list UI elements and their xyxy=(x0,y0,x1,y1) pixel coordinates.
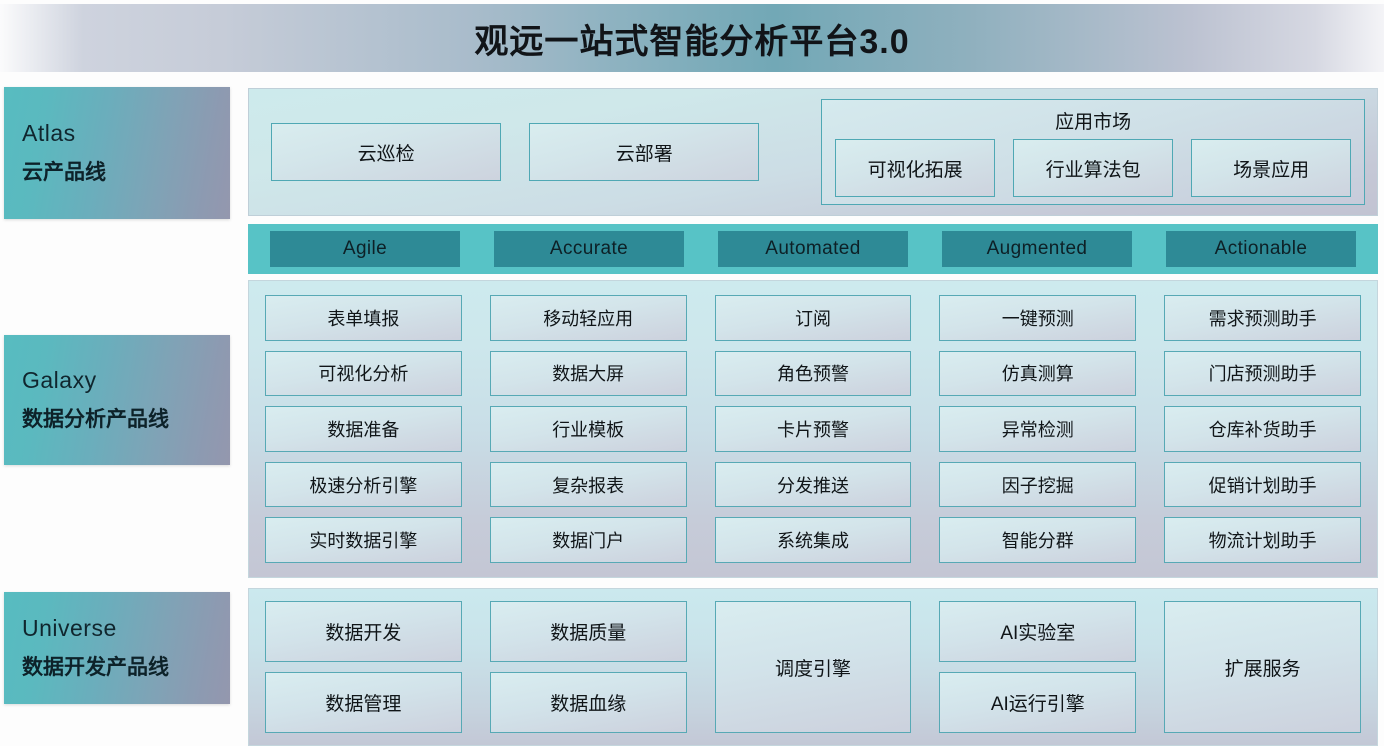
universe-column-3: 调度引擎 xyxy=(714,601,912,733)
capability-chip-actionable[interactable]: Actionable xyxy=(1166,231,1356,267)
cell-data-management[interactable]: 数据管理 xyxy=(265,672,462,733)
rail-item-universe-cn: 数据开发产品线 xyxy=(22,655,169,679)
galaxy-cell[interactable]: 移动轻应用 xyxy=(489,295,687,341)
capability-chip-augmented[interactable]: Augmented xyxy=(942,231,1132,267)
product-line-rail: Atlas 云产品线 Galaxy 数据分析产品线 Universe 数据开发产… xyxy=(0,72,248,746)
cell-visual-extension[interactable]: 可视化拓展 xyxy=(835,139,996,197)
galaxy-cell[interactable]: 分发推送 xyxy=(714,461,912,508)
galaxy-cell[interactable]: 数据准备 xyxy=(265,406,462,452)
galaxy-cell[interactable]: 卡片预警 xyxy=(714,406,912,452)
galaxy-cell[interactable]: 物流计划助手 xyxy=(1164,517,1361,563)
capability-chip-accurate[interactable]: Accurate xyxy=(494,231,684,267)
cell-data-quality[interactable]: 数据质量 xyxy=(489,601,687,662)
cell-extension-service[interactable]: 扩展服务 xyxy=(1164,601,1361,733)
page-title: 观远一站式智能分析平台3.0 xyxy=(474,22,910,61)
galaxy-cell[interactable]: 促销计划助手 xyxy=(1164,461,1361,508)
cell-industry-algorithm-pack[interactable]: 行业算法包 xyxy=(1013,139,1174,197)
galaxy-cell[interactable]: 订阅 xyxy=(714,295,912,341)
rail-item-atlas[interactable]: Atlas 云产品线 xyxy=(4,87,230,219)
atlas-panel: 云巡检 云部署 应用市场 可视化拓展 行业算法包 场景应用 xyxy=(248,88,1378,216)
galaxy-cell[interactable]: 智能分群 xyxy=(939,517,1137,563)
cell-scheduling-engine[interactable]: 调度引擎 xyxy=(714,601,912,733)
galaxy-cell[interactable]: 数据门户 xyxy=(489,517,687,563)
galaxy-cell[interactable]: 因子挖掘 xyxy=(939,461,1137,508)
galaxy-cell[interactable]: 系统集成 xyxy=(714,517,912,563)
capability-chip-automated[interactable]: Automated xyxy=(718,231,908,267)
title-bar: 观远一站式智能分析平台3.0 xyxy=(0,4,1384,72)
cell-cloud-deploy[interactable]: 云部署 xyxy=(529,123,760,181)
app-market-title: 应用市场 xyxy=(1055,112,1132,133)
cell-ai-lab[interactable]: AI实验室 xyxy=(939,601,1137,662)
galaxy-cell[interactable]: 异常检测 xyxy=(939,406,1137,452)
galaxy-cell[interactable]: 仿真测算 xyxy=(939,350,1137,397)
galaxy-cell[interactable]: 需求预测助手 xyxy=(1164,295,1361,341)
cell-cloud-inspect[interactable]: 云巡检 xyxy=(271,123,502,181)
cell-scenario-app[interactable]: 场景应用 xyxy=(1191,139,1352,197)
app-market-cells: 可视化拓展 行业算法包 场景应用 xyxy=(835,139,1352,197)
rail-item-galaxy[interactable]: Galaxy 数据分析产品线 xyxy=(4,335,230,465)
atlas-row: 云巡检 云部署 应用市场 可视化拓展 行业算法包 场景应用 xyxy=(249,89,1377,215)
cell-data-lineage[interactable]: 数据血缘 xyxy=(489,672,687,733)
cell-ai-runtime-engine[interactable]: AI运行引擎 xyxy=(939,672,1137,733)
galaxy-cell[interactable]: 复杂报表 xyxy=(489,461,687,508)
universe-row: 数据开发 数据管理 数据质量 数据血缘 调度引擎 AI实验室 AI运行引擎 扩展… xyxy=(249,589,1377,745)
rail-item-galaxy-cn: 数据分析产品线 xyxy=(22,407,169,431)
capability-bar: Agile Accurate Automated Augmented Actio… xyxy=(248,224,1378,274)
galaxy-cell[interactable]: 一键预测 xyxy=(939,295,1137,341)
capability-chip-agile[interactable]: Agile xyxy=(270,231,460,267)
universe-column-1: 数据开发 数据管理 xyxy=(265,601,462,733)
galaxy-panel: 表单填报 移动轻应用 订阅 一键预测 需求预测助手 可视化分析 数据大屏 角色预… xyxy=(248,280,1378,578)
rail-item-galaxy-en: Galaxy xyxy=(22,367,97,394)
universe-column-2: 数据质量 数据血缘 xyxy=(489,601,687,733)
universe-column-4: AI实验室 AI运行引擎 xyxy=(939,601,1137,733)
galaxy-cell[interactable]: 角色预警 xyxy=(714,350,912,397)
rail-item-universe[interactable]: Universe 数据开发产品线 xyxy=(4,592,230,704)
rail-item-atlas-cn: 云产品线 xyxy=(22,160,106,184)
galaxy-cell[interactable]: 表单填报 xyxy=(265,295,462,341)
rail-item-atlas-en: Atlas xyxy=(22,120,76,147)
rail-item-universe-en: Universe xyxy=(22,615,117,642)
galaxy-cell[interactable]: 行业模板 xyxy=(489,406,687,452)
galaxy-cell[interactable]: 数据大屏 xyxy=(489,350,687,397)
galaxy-cell[interactable]: 仓库补货助手 xyxy=(1164,406,1361,452)
universe-panel: 数据开发 数据管理 数据质量 数据血缘 调度引擎 AI实验室 AI运行引擎 扩展… xyxy=(248,588,1378,746)
app-market-group: 应用市场 可视化拓展 行业算法包 场景应用 xyxy=(821,99,1365,205)
galaxy-grid: 表单填报 移动轻应用 订阅 一键预测 需求预测助手 可视化分析 数据大屏 角色预… xyxy=(249,281,1377,577)
galaxy-cell[interactable]: 可视化分析 xyxy=(265,350,462,397)
galaxy-cell[interactable]: 实时数据引擎 xyxy=(265,517,462,563)
galaxy-cell[interactable]: 极速分析引擎 xyxy=(265,461,462,508)
galaxy-cell[interactable]: 门店预测助手 xyxy=(1164,350,1361,397)
universe-column-5: 扩展服务 xyxy=(1164,601,1361,733)
cell-data-development[interactable]: 数据开发 xyxy=(265,601,462,662)
slide-root: 观远一站式智能分析平台3.0 Atlas 云产品线 Galaxy 数据分析产品线… xyxy=(0,0,1384,746)
